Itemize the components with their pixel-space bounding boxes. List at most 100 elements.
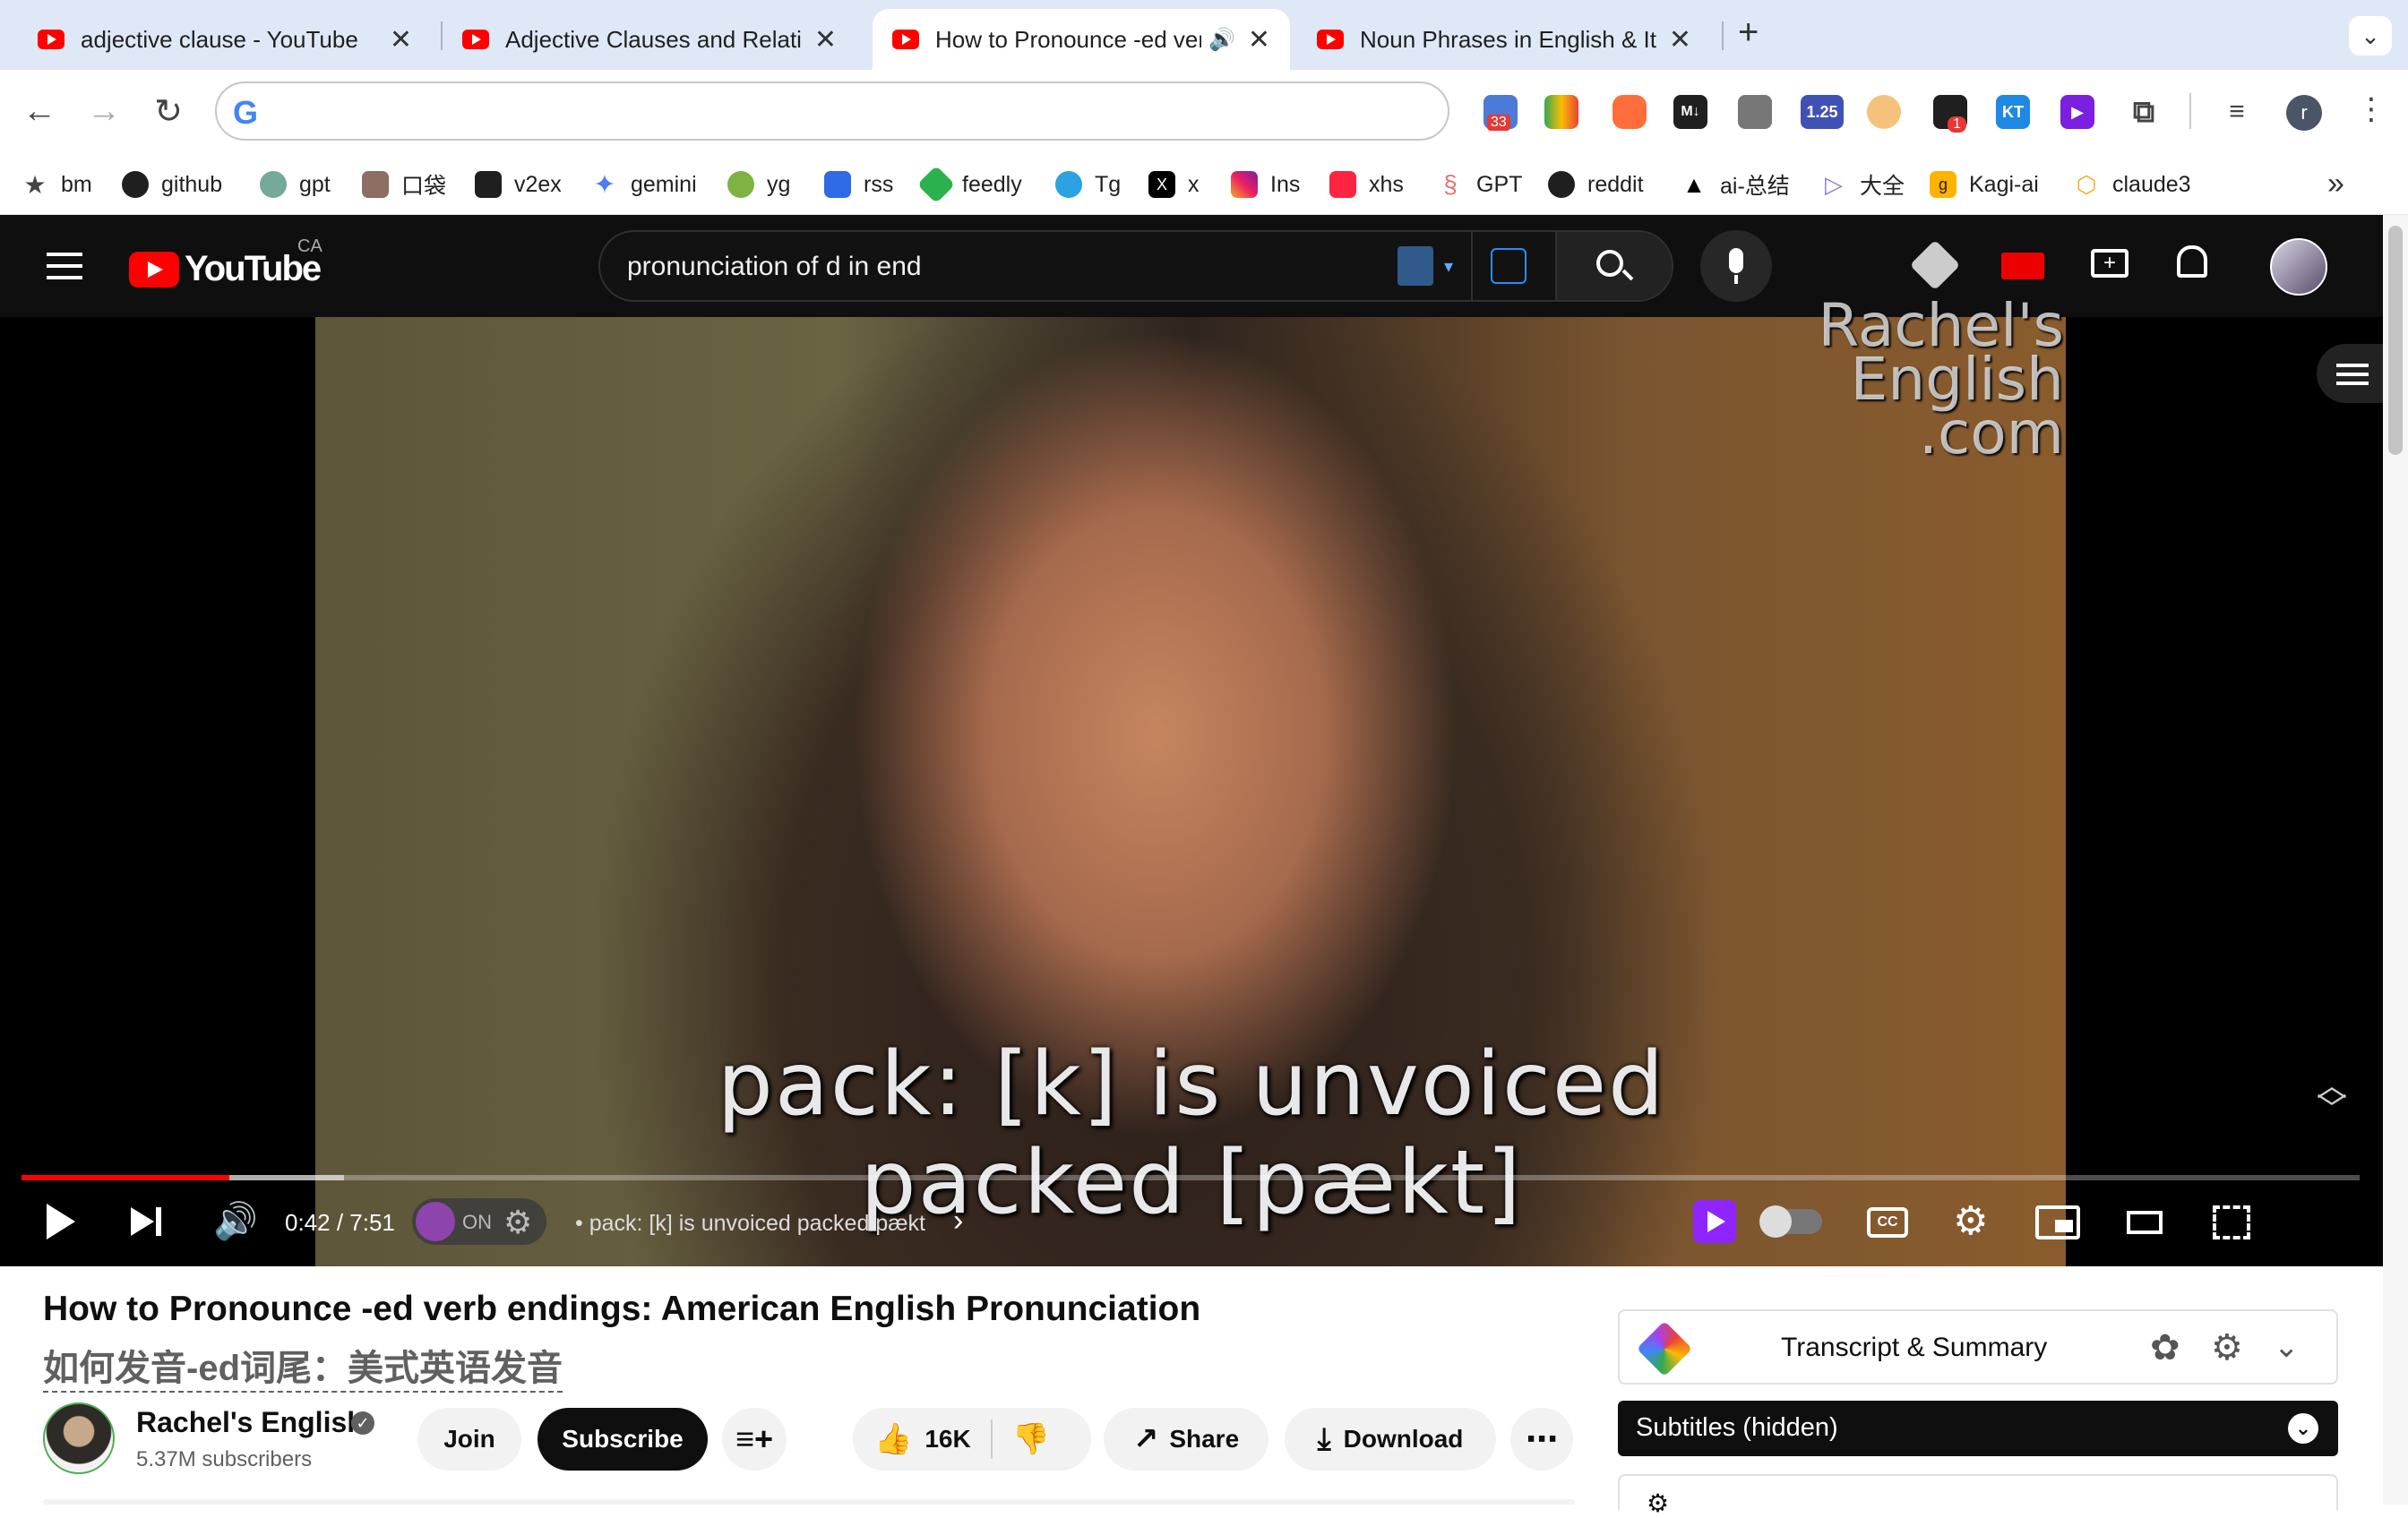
bookmark-reddit[interactable]: reddit: [1548, 167, 1644, 202]
bookmark-ai-summary[interactable]: ▲ ai-总结: [1681, 167, 1790, 202]
subscribe-button[interactable]: Subscribe: [538, 1408, 708, 1471]
close-icon[interactable]: ✕: [390, 24, 412, 56]
new-tab-plus-icon[interactable]: +: [1738, 13, 1759, 53]
bookmark-yg[interactable]: yg: [727, 167, 790, 202]
notifications-bell-icon[interactable]: [2177, 245, 2207, 278]
tab-adjective-clauses-relative[interactable]: Adjective Clauses and Relative ✕: [443, 9, 856, 70]
extension-play-icon[interactable]: ▶: [2060, 95, 2094, 129]
theater-mode-icon[interactable]: [2127, 1211, 2163, 1234]
account-avatar[interactable]: [2270, 238, 2327, 296]
channel-name[interactable]: Rachel's English: [136, 1406, 365, 1439]
bookmark-v2ex[interactable]: v2ex: [475, 167, 562, 202]
extensions-puzzle-icon[interactable]: ⧉: [2127, 95, 2161, 129]
settings-gear-icon[interactable]: ⚙: [2211, 1327, 2243, 1368]
bookmark-daquan[interactable]: ▷ 大全: [1820, 167, 1905, 202]
close-icon[interactable]: ✕: [1669, 24, 1691, 56]
search-button[interactable]: [1555, 232, 1672, 300]
thumbs-down-icon[interactable]: 👎: [1012, 1421, 1050, 1457]
extension-play-button-icon[interactable]: [1693, 1200, 1736, 1243]
chevron-up-down-icon[interactable]: ︿ ﹀: [2317, 1071, 2347, 1125]
bookmark-bm[interactable]: ★ bm: [22, 167, 91, 202]
youtube-logo[interactable]: YouTube: [129, 249, 322, 289]
page-scrollbar[interactable]: [2383, 215, 2408, 1505]
chevron-down-circle-icon[interactable]: ⌄: [2288, 1413, 2318, 1444]
extension-colorful-icon[interactable]: [1544, 95, 1578, 129]
bookmark-x[interactable]: Xx: [1148, 167, 1200, 202]
kebab-menu-icon[interactable]: ⋮: [2356, 91, 2386, 127]
chapter-chevron-icon[interactable]: ›: [953, 1204, 963, 1239]
media-controls-icon[interactable]: ≡: [2220, 95, 2254, 129]
thumbs-up-icon[interactable]: 👍: [874, 1421, 912, 1457]
progress-bar[interactable]: [22, 1175, 2360, 1180]
bookmark-telegram[interactable]: Tg: [1055, 167, 1121, 202]
bookmark-xhs[interactable]: xhs: [1329, 167, 1404, 202]
transcript-summary-panel[interactable]: Transcript & Summary ✿ ⚙ ⌄: [1618, 1309, 2338, 1385]
settings-gear-icon[interactable]: ⚙: [1953, 1198, 1988, 1244]
bookmark-rss[interactable]: rss: [824, 167, 893, 202]
fullscreen-icon[interactable]: [2213, 1205, 2250, 1239]
cc-search-icon[interactable]: [1491, 248, 1526, 284]
volume-icon[interactable]: 🔊: [213, 1200, 258, 1242]
extension-youtube-icon[interactable]: [2001, 253, 2044, 279]
download-button[interactable]: ⤓ Download: [1285, 1408, 1496, 1471]
scrollbar-thumb[interactable]: [2388, 226, 2403, 455]
chevron-down-icon[interactable]: ⌄: [2274, 1329, 2300, 1365]
translate-extension-icon[interactable]: [1398, 246, 1433, 286]
close-icon[interactable]: ✕: [814, 24, 837, 56]
price-tag-icon[interactable]: [1909, 239, 1961, 291]
video-player[interactable]: Rachel's English .com pack: [k] is unvoi…: [0, 296, 2383, 1266]
language-reactor-toggle[interactable]: ON ⚙: [412, 1198, 546, 1245]
panel-gear-icon[interactable]: ⚙: [1647, 1488, 1669, 1518]
next-video-icon[interactable]: [131, 1207, 154, 1236]
more-actions-icon[interactable]: ⋯: [1510, 1408, 1573, 1471]
tab-adjective-clause[interactable]: adjective clause - YouTube ✕: [18, 9, 432, 70]
bookmark-gemini[interactable]: ✦ gemini: [591, 167, 696, 202]
chapter-title[interactable]: • pack: [k] is unvoiced packed pækt: [575, 1211, 925, 1237]
dropdown-caret-icon[interactable]: ▾: [1444, 255, 1453, 278]
tab-search-chevron-icon[interactable]: ⌄: [2349, 16, 2392, 56]
back-arrow-icon[interactable]: ←: [14, 86, 64, 136]
tab-noun-phrases[interactable]: Noun Phrases in English & Its ✕: [1297, 9, 1711, 70]
address-bar[interactable]: G: [215, 81, 1449, 141]
bookmarks-overflow-chevron-icon[interactable]: »: [2327, 167, 2344, 202]
autoplay-toggle[interactable]: [1759, 1205, 1822, 1238]
subtitles-panel-header[interactable]: Subtitles (hidden) ⌄: [1618, 1401, 2338, 1456]
share-button[interactable]: ↗ Share: [1104, 1408, 1268, 1471]
sidebar-toggle-button[interactable]: [2317, 344, 2383, 403]
bookmark-claude3[interactable]: ⬡ claude3: [2073, 167, 2191, 202]
voice-search-button[interactable]: [1700, 230, 1772, 302]
channel-avatar[interactable]: [43, 1402, 115, 1474]
bookmark-gpt[interactable]: gpt: [260, 167, 331, 202]
subtitles-cc-icon[interactable]: CC: [1867, 1207, 1908, 1238]
play-icon[interactable]: [47, 1204, 75, 1239]
openai-icon[interactable]: ✿: [2150, 1327, 2180, 1368]
cookie-icon[interactable]: [1867, 95, 1901, 129]
close-icon[interactable]: ✕: [1248, 24, 1270, 56]
lr-settings-gear-icon[interactable]: ⚙: [503, 1204, 532, 1241]
bookmark-feedly[interactable]: feedly: [916, 165, 1022, 204]
hamburger-menu-icon[interactable]: [47, 253, 82, 279]
profile-avatar[interactable]: r: [2286, 95, 2322, 131]
download-tray-icon[interactable]: [1738, 95, 1772, 129]
search-input[interactable]: pronunciation of d in end: [627, 252, 922, 282]
speaker-icon[interactable]: 🔊: [1208, 27, 1235, 53]
create-video-icon[interactable]: +: [2091, 249, 2128, 278]
join-button[interactable]: Join: [417, 1408, 521, 1471]
extension-bubbles-icon[interactable]: [1612, 95, 1647, 129]
extension-markdown-icon[interactable]: M↓: [1673, 95, 1707, 129]
forward-arrow-icon[interactable]: →: [79, 86, 129, 136]
reload-icon[interactable]: ↻: [143, 86, 194, 136]
extension-speed-icon[interactable]: 1.25: [1801, 95, 1844, 129]
tab-how-to-pronounce[interactable]: How to Pronounce -ed verb 🔊 ✕: [873, 9, 1290, 70]
extension-kt-icon[interactable]: KT: [1996, 95, 2030, 129]
bookmark-koudai[interactable]: 口袋: [362, 167, 446, 202]
bookmark-kagi[interactable]: g Kagi-ai: [1930, 167, 2039, 202]
add-to-playlist-icon[interactable]: ≡+: [722, 1408, 787, 1471]
like-count[interactable]: 16K: [924, 1425, 970, 1454]
bookmark-github[interactable]: github: [122, 167, 222, 202]
bookmark-gpt2[interactable]: § GPT: [1437, 167, 1522, 202]
bookmark-instagram[interactable]: Ins: [1231, 167, 1300, 202]
miniplayer-icon[interactable]: [2035, 1205, 2080, 1239]
youtube-search-box[interactable]: pronunciation of d in end ▾: [598, 230, 1673, 302]
description-box[interactable]: [43, 1499, 1575, 1505]
